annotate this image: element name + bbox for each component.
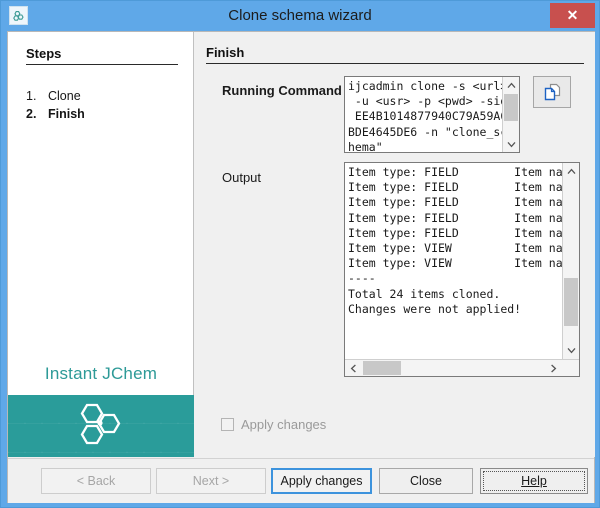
output-vscroll-thumb[interactable]: [564, 278, 578, 326]
copy-icon: [543, 83, 562, 102]
copy-command-button[interactable]: [533, 76, 571, 108]
steps-panel: Steps 1.Clone 2.Finish Instant JChem: [8, 32, 194, 457]
step-number: 1.: [26, 89, 48, 103]
back-button[interactable]: < Back: [41, 468, 151, 494]
step-number: 2.: [26, 107, 48, 121]
next-button-label: Next >: [193, 474, 229, 488]
window-title: Clone schema wizard: [1, 1, 599, 31]
step-item-clone: 1.Clone: [26, 89, 81, 103]
output-hscrollbar[interactable]: [345, 359, 579, 376]
chevron-right-icon[interactable]: [545, 360, 562, 376]
hexagon-molecule-logo: [71, 401, 131, 451]
running-command-vscrollbar[interactable]: [502, 77, 519, 152]
apply-changes-checkbox-row[interactable]: Apply changes: [221, 417, 326, 432]
steps-heading: Steps: [26, 46, 178, 65]
apply-changes-button-label: Apply changes: [280, 474, 362, 488]
help-button-label: Help: [521, 474, 547, 488]
chevron-left-icon[interactable]: [345, 360, 362, 376]
running-command-value: ijcadmin clone -s <url> -u <usr> -p <pwd…: [348, 79, 507, 153]
output-vscrollbar[interactable]: [562, 163, 579, 359]
brand-name: Instant JChem: [8, 364, 194, 384]
step-label: Finish: [48, 107, 85, 121]
apply-changes-checkbox-label: Apply changes: [241, 417, 326, 432]
title-bar: Clone schema wizard ✕: [1, 1, 599, 31]
output-textarea[interactable]: Item type: FIELD Item name Item type: FI…: [344, 162, 580, 377]
help-button[interactable]: Help: [480, 468, 588, 494]
page-title: Finish: [206, 45, 584, 64]
next-button[interactable]: Next >: [156, 468, 266, 494]
output-value: Item type: FIELD Item name Item type: FI…: [348, 165, 576, 317]
output-hscroll-thumb[interactable]: [363, 361, 401, 375]
running-command-label: Running Command: [222, 83, 342, 98]
close-dialog-button[interactable]: Close: [379, 468, 473, 494]
apply-changes-button[interactable]: Apply changes: [271, 468, 372, 494]
apply-changes-checkbox[interactable]: [221, 418, 234, 431]
chevron-down-icon[interactable]: [503, 136, 519, 152]
running-command-textarea[interactable]: ijcadmin clone -s <url> -u <usr> -p <pwd…: [344, 76, 520, 153]
chevron-up-icon[interactable]: [503, 77, 519, 93]
dialog-button-bar: < Back Next > Apply changes Close Help: [8, 458, 594, 503]
chevron-down-icon[interactable]: [563, 342, 579, 359]
clone-schema-wizard-window: Clone schema wizard ✕ Steps 1.Clone 2.Fi…: [0, 0, 600, 508]
running-command-vscroll-thumb[interactable]: [504, 94, 518, 121]
close-button[interactable]: ✕: [550, 3, 595, 28]
chevron-up-icon[interactable]: [563, 163, 579, 180]
output-label: Output: [222, 170, 261, 185]
dialog-content: Steps 1.Clone 2.Finish Instant JChem: [7, 31, 595, 503]
close-dialog-button-label: Close: [410, 474, 442, 488]
back-button-label: < Back: [77, 474, 116, 488]
finish-panel: Finish Running Command ijcadmin clone -s…: [195, 32, 595, 457]
step-item-finish: 2.Finish: [26, 107, 85, 121]
step-label: Clone: [48, 89, 81, 103]
brand-panel: [8, 395, 194, 457]
